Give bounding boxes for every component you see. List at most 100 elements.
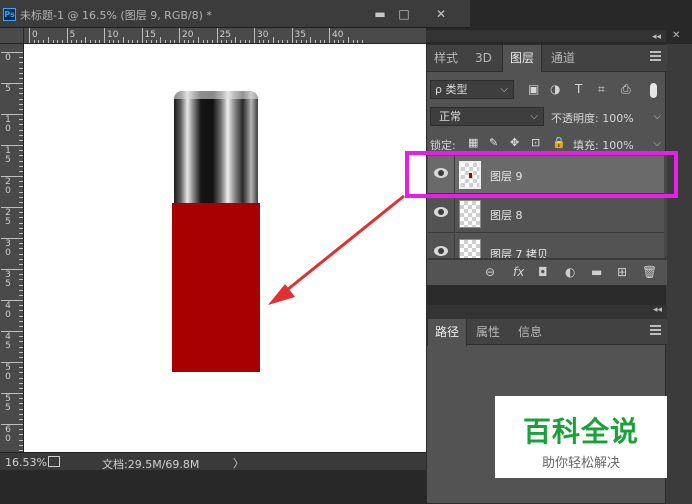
opacity-control[interactable]: 不透明度: 100% [551,110,634,126]
ruler-tick [19,140,23,141]
ruler-tick [19,439,23,441]
ruler-tick [19,98,23,100]
ruler-tick [19,129,23,131]
layer-row[interactable]: 图层 7 拷贝 [428,234,665,259]
tab-styles[interactable]: 样式 [427,45,465,72]
ruler-tick [19,227,23,229]
ruler-tick [1,300,23,301]
ruler-tick [202,40,204,43]
ruler-tick [193,40,195,43]
ruler-corner[interactable] [0,28,24,44]
ruler-tick [1,52,23,53]
ruler-tick [19,429,23,431]
tab-layers[interactable]: 图层 [502,45,543,72]
fill-chevron-icon[interactable]: ⌵ [653,138,661,149]
adjustment-layer-icon[interactable]: ◐ [565,265,575,279]
ruler-tick [52,40,54,43]
visibility-eye-icon[interactable] [434,246,448,256]
ruler-tick [38,40,40,43]
ruler-tick [71,40,73,43]
layer-filter-row: ρ 类型 ⌵ ▣ ◑ T ⌗ ⎙ [427,78,667,102]
add-mask-icon[interactable]: ◘ [538,265,548,279]
ruler-tick [33,40,35,43]
zoom-level[interactable]: 16.53% [5,456,47,469]
lock-all-icon[interactable]: 🔒 [552,136,566,149]
ruler-tick [19,398,23,400]
ruler-tick [310,37,312,43]
delete-layer-icon[interactable]: 🗑 [642,265,657,279]
panel-menu-icon[interactable] [650,325,661,335]
pixel-filter-icon[interactable]: ▣ [528,82,539,96]
collapse-panels-icon[interactable]: ◂◂ [652,32,661,42]
layer-name[interactable]: 图层 8 [490,207,523,223]
paths-panel-header: ◂◂ [427,305,667,319]
tab-paths[interactable]: 路径 [427,319,468,346]
blend-row: 正常 ⌵ 不透明度: 100% ⌵ [427,106,667,130]
ruler-tick [19,419,23,420]
horizontal-ruler[interactable]: 0 5 10 15 20 25 30 35 40 [24,28,426,44]
ruler-tick [296,40,298,43]
ruler-tick [19,222,23,224]
document-title[interactable]: 未标题-1 @ 16.5% (图层 9, RGB/8) * [20,7,212,23]
maximize-button[interactable]: □ [393,5,415,24]
watermark-subtitle: 助你轻松解决 [541,456,620,471]
annotation-highlight-box [405,151,678,198]
layer-thumbnail[interactable] [459,200,481,228]
ruler-tick [169,40,171,43]
tab-properties[interactable]: 属性 [469,319,507,346]
blend-mode-dropdown[interactable]: 正常 ⌵ [430,107,544,126]
close-button[interactable]: ✕ [418,5,464,24]
smart-object-filter-icon[interactable]: ⎙ [621,82,631,97]
lock-image-icon[interactable]: ✎ [489,136,498,149]
photoshop-window: Ps 未标题-1 @ 16.5% (图层 9, RGB/8) * ▬ □ ✕ 0… [0,0,692,504]
opacity-chevron-icon[interactable]: ⌵ [653,111,661,122]
canvas[interactable] [24,44,444,452]
ruler-tick [19,346,23,348]
lock-transparency-icon[interactable]: ▦ [468,136,478,149]
tab-info[interactable]: 信息 [511,319,549,346]
lock-artboard-icon[interactable]: ⊡ [531,136,540,149]
collapse-panels-icon[interactable]: ◂◂ [653,305,662,315]
minimize-button[interactable]: ▬ [369,5,391,24]
filter-toggle[interactable] [650,83,657,98]
ruler-tick [19,243,23,245]
share-icon[interactable] [48,456,60,467]
blend-mode-value: 正常 [439,110,461,123]
ruler-tick [244,40,246,43]
ruler-label: 6 0 [5,425,11,444]
status-bar: 16.53% 文档:29.5M/69.8M 〉 [0,452,445,471]
layer-thumbnail[interactable] [459,239,481,258]
layer-row[interactable]: 图层 8 [428,195,665,233]
type-filter-icon[interactable]: T [575,82,582,96]
ruler-tick [19,186,23,188]
shape-filter-icon[interactable]: ⌗ [598,82,605,97]
ruler-tick [19,326,23,327]
close-panels-icon[interactable]: ✕ [672,30,680,41]
lipstick-cap-highlight [174,91,258,99]
ruler-tick [197,37,199,43]
ruler-label: 5 0 [5,363,11,382]
panel-gap [426,286,666,304]
ruler-tick [19,155,23,157]
lock-position-icon[interactable]: ✥ [510,136,519,149]
new-layer-icon[interactable]: ⊞ [617,265,627,279]
panel-menu-icon[interactable] [650,51,661,61]
ruler-tick [19,202,23,203]
filter-kind-label: ρ 类型 [435,83,468,96]
new-group-icon[interactable]: ▬ [591,265,602,279]
status-menu-arrow-icon[interactable]: 〉 [233,455,244,471]
filter-kind-dropdown[interactable]: ρ 类型 ⌵ [430,80,514,99]
link-layers-icon[interactable]: ⊖ [485,265,495,279]
ruler-tick [282,40,284,43]
ruler-tick [19,124,23,126]
vertical-ruler[interactable]: 0 5 1 0 1 5 2 0 2 5 3 0 3 5 4 0 4 5 5 0 5 5 6 0 [0,44,24,452]
ruler-label: 3 0 [5,239,11,258]
ruler-tick [19,341,23,343]
fx-icon[interactable]: fx [513,265,524,279]
ruler-tick [333,40,335,43]
visibility-eye-icon[interactable] [434,207,448,217]
tab-channels[interactable]: 通道 [544,45,582,72]
adjustment-filter-icon[interactable]: ◑ [550,82,560,96]
tab-3d[interactable]: 3D [468,45,499,72]
layer-name[interactable]: 图层 7 拷贝 [490,246,548,258]
